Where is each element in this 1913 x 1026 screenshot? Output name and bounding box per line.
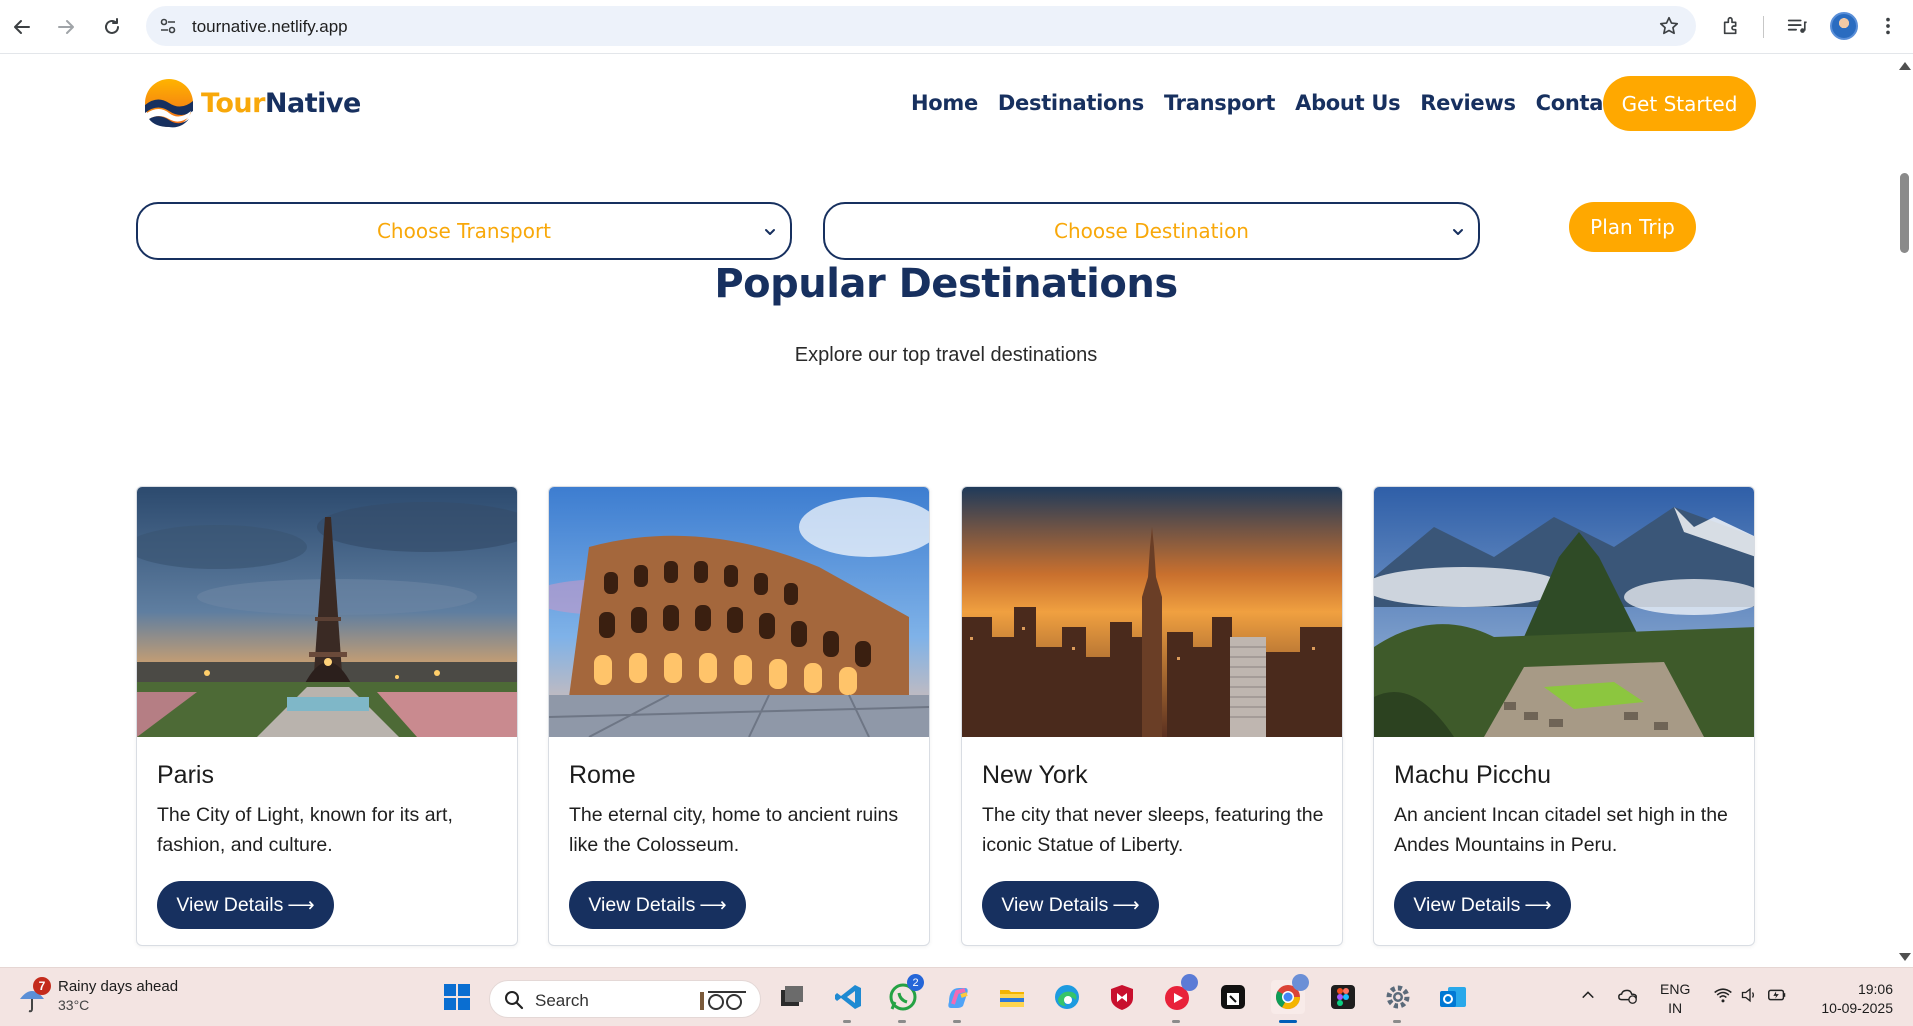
scroll-down-icon[interactable] xyxy=(1899,953,1911,961)
outlook-icon[interactable] xyxy=(1436,980,1470,1014)
card-title: New York xyxy=(982,761,1088,789)
media-controls-icon[interactable] xyxy=(1783,12,1811,40)
site-header: TourNative Home Destinations Transport A… xyxy=(0,55,1896,155)
search-icon xyxy=(505,991,524,1010)
machu-picchu-image xyxy=(1374,487,1754,737)
plan-trip-button[interactable]: Plan Trip xyxy=(1569,202,1696,252)
settings-gear-icon[interactable] xyxy=(1381,980,1415,1023)
new-york-image xyxy=(962,487,1342,737)
view-details-button[interactable]: View Details ⟶ xyxy=(982,881,1159,929)
card-description: The city that never sleeps, featuring th… xyxy=(982,804,1324,856)
scroll-up-icon[interactable] xyxy=(1899,62,1911,70)
toolbar-divider xyxy=(1763,16,1764,38)
media-player-icon[interactable] xyxy=(1160,974,1198,1023)
figma-icon[interactable] xyxy=(1326,980,1360,1014)
search-highlight-icon xyxy=(700,991,746,1010)
paris-image xyxy=(137,487,517,737)
mcafee-icon[interactable] xyxy=(1105,980,1139,1014)
card-description: The eternal city, home to ancient ruins … xyxy=(569,804,899,856)
copilot-icon[interactable] xyxy=(941,980,975,1023)
forward-icon[interactable] xyxy=(50,11,82,43)
main-nav: Home Destinations Transport About Us Rev… xyxy=(911,91,1661,115)
address-bar[interactable]: tournative.netlify.app xyxy=(146,6,1696,46)
brand-name: TourNative xyxy=(201,87,361,119)
logo-icon xyxy=(145,79,193,128)
destination-card: Machu Picchu An ancient Incan citadel se… xyxy=(1373,486,1755,946)
chrome-profile-badge-icon xyxy=(1292,974,1309,991)
card-description: The City of Light, known for its art, fa… xyxy=(157,804,453,856)
edge-icon[interactable] xyxy=(1050,980,1084,1014)
bookmark-star-icon[interactable] xyxy=(1658,15,1680,37)
arrow-right-icon: ⟶ xyxy=(287,894,315,916)
volume-icon[interactable] xyxy=(1737,980,1763,1010)
profile-avatar[interactable] xyxy=(1830,12,1858,40)
chevron-down-icon xyxy=(1453,229,1463,235)
nav-about-us[interactable]: About Us xyxy=(1295,91,1400,115)
page-scrollbar[interactable] xyxy=(1896,55,1913,967)
file-explorer-icon[interactable] xyxy=(995,980,1029,1014)
transport-select-label: Choose Transport xyxy=(376,219,552,243)
destination-card: Rome The eternal city, home to ancient r… xyxy=(548,486,930,946)
media-badge-icon xyxy=(1181,974,1198,991)
umbrella-icon: 7 xyxy=(18,977,51,1013)
destination-select-label: Choose Destination xyxy=(1054,219,1249,243)
site-info-icon[interactable] xyxy=(158,16,178,36)
chrome-menu-icon[interactable] xyxy=(1874,12,1902,40)
web-page: TourNative Home Destinations Transport A… xyxy=(0,55,1896,967)
url-text[interactable]: tournative.netlify.app xyxy=(192,17,348,37)
card-title: Paris xyxy=(157,761,214,789)
card-description: An ancient Incan citadel set high in the… xyxy=(1394,804,1728,856)
card-title: Machu Picchu xyxy=(1394,761,1552,789)
destination-card: New York The city that never sleeps, fea… xyxy=(961,486,1343,946)
extensions-icon[interactable] xyxy=(1718,12,1746,40)
view-details-button[interactable]: View Details ⟶ xyxy=(569,881,746,929)
nav-transport[interactable]: Transport xyxy=(1164,91,1275,115)
rome-image xyxy=(549,487,929,737)
arrow-right-icon: ⟶ xyxy=(1524,894,1552,916)
chevron-down-icon xyxy=(765,229,775,235)
onedrive-sync-icon[interactable] xyxy=(1615,980,1641,1010)
search-label: Search xyxy=(535,991,589,1010)
windows-start-icon[interactable] xyxy=(440,980,474,1014)
view-details-button[interactable]: View Details ⟶ xyxy=(1394,881,1571,929)
notion-icon[interactable] xyxy=(1216,980,1250,1014)
destination-select[interactable]: Choose Destination xyxy=(823,202,1480,260)
system-clock[interactable]: 19:06 10-09-2025 xyxy=(1813,980,1893,1018)
site-logo[interactable]: TourNative xyxy=(141,75,361,131)
whatsapp-badge: 2 xyxy=(907,974,924,991)
windows-taskbar: 7 Rainy days ahead 33°C Search 2 ENG IN … xyxy=(0,967,1913,1026)
nav-home[interactable]: Home xyxy=(911,91,978,115)
task-view-icon[interactable] xyxy=(775,980,809,1014)
wifi-icon[interactable] xyxy=(1710,980,1736,1010)
vscode-icon[interactable] xyxy=(831,980,865,1023)
view-details-button[interactable]: View Details ⟶ xyxy=(157,881,334,929)
back-icon[interactable] xyxy=(6,11,38,43)
taskbar-search[interactable]: Search xyxy=(489,980,761,1018)
arrow-right-icon: ⟶ xyxy=(699,894,727,916)
nav-destinations[interactable]: Destinations xyxy=(998,91,1144,115)
section-title: Popular Destinations xyxy=(714,261,1178,307)
scrollbar-thumb[interactable] xyxy=(1900,173,1909,253)
section-subtitle: Explore our top travel destinations xyxy=(794,344,1098,366)
browser-toolbar: tournative.netlify.app xyxy=(0,0,1913,54)
language-indicator[interactable]: ENG IN xyxy=(1660,980,1690,1018)
chevron-up-icon[interactable] xyxy=(1576,980,1600,1010)
destination-card: Paris The City of Light, known for its a… xyxy=(136,486,518,946)
arrow-right-icon: ⟶ xyxy=(1112,894,1140,916)
whatsapp-icon[interactable]: 2 xyxy=(886,974,924,1023)
weather-widget[interactable]: 7 Rainy days ahead 33°C xyxy=(18,977,178,1015)
transport-select[interactable]: Choose Transport xyxy=(136,202,792,260)
nav-reviews[interactable]: Reviews xyxy=(1420,91,1516,115)
battery-charging-icon[interactable] xyxy=(1764,980,1790,1010)
card-title: Rome xyxy=(569,761,636,789)
weather-alert-badge: 7 xyxy=(33,977,51,995)
get-started-button[interactable]: Get Started xyxy=(1603,76,1756,131)
chrome-taskbar-icon[interactable] xyxy=(1271,974,1309,1023)
reload-icon[interactable] xyxy=(96,11,128,43)
weather-text: Rainy days ahead 33°C xyxy=(58,978,179,1013)
